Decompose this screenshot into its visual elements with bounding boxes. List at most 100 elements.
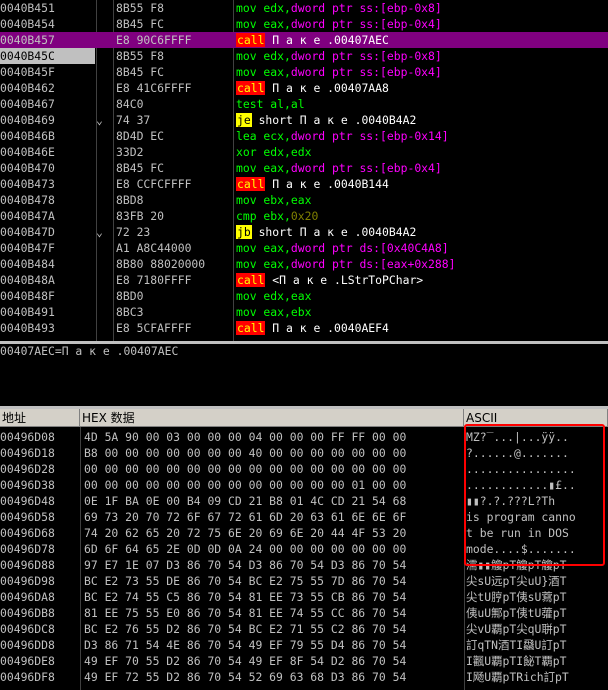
jump-marker-icon: ⌄ [96, 225, 103, 239]
instruction-operand: mov edx, [236, 49, 291, 63]
instruction-operand: П а к е .00407AEC [265, 33, 389, 47]
jump-marker-icon [96, 64, 110, 80]
disasm-row[interactable]: 0040B46B 8D4D EC lea ecx,dword ptr ss:[ebp… [0, 128, 608, 144]
disasm-instruction: mov edx,eax [236, 288, 608, 304]
instruction-operand: mov eax, [236, 161, 291, 175]
dump-row[interactable]: 00496DA8 BC E2 74 55 C5 86 70 54 81 EE 73… [0, 589, 608, 605]
dump-hex-bytes: 97 E7 1E 07 D3 86 70 54 D3 86 70 54 D3 8… [84, 558, 407, 572]
instruction-operand: dword ptr ss:[ebp-0x14] [290, 129, 449, 143]
dump-hex-bytes: 81 EE 75 55 E0 86 70 54 81 EE 74 55 CC 8… [84, 606, 407, 620]
dump-row[interactable]: 00496DE8 49 EF 70 55 D2 86 70 54 49 EF 8F… [0, 653, 608, 669]
instruction-operand: dword ptr ss:[ebp-0x8] [290, 49, 442, 63]
instruction-operand: mov eax, [236, 241, 291, 255]
instruction-operand: mov eax, [236, 17, 291, 31]
disasm-row[interactable]: 0040B454 8B45 FC mov eax,dword ptr ss:[ebp… [0, 16, 608, 32]
dump-address: 00496DF8 [0, 670, 55, 684]
dump-ascii: 尖tU脝pT侇sU藛pT [466, 590, 567, 604]
dump-row[interactable]: 00496D98 BC E2 73 55 DE 86 70 54 BC E2 75… [0, 573, 608, 589]
disasm-address: 0040B48F [0, 289, 55, 303]
column-header-hex[interactable]: HEX 数据 [80, 409, 464, 427]
dump-hex-bytes: 00 00 00 00 00 00 00 00 00 00 00 00 00 0… [84, 478, 407, 492]
disasm-instruction: mov eax,dword ptr ss:[ebp-0x4] [236, 64, 608, 80]
dump-address: 00496DC8 [0, 622, 55, 636]
disasm-row[interactable]: 0040B46E 33D2 xor edx,edx [0, 144, 608, 160]
instruction-operand: П а к е .0040AEF4 [265, 321, 389, 335]
disasm-address: 0040B469 [0, 113, 55, 127]
jump-marker-icon [96, 48, 110, 64]
disasm-address: 0040B462 [0, 81, 55, 95]
instruction-operand: <П а к е .LStrToPChar> [265, 273, 424, 287]
disasm-row[interactable]: 0040B48A E8 7180FFFF call <П а к е .LStrTo… [0, 272, 608, 288]
disasm-instruction: mov eax,dword ptr ss:[ebp-0x4] [236, 160, 608, 176]
disasm-row[interactable]: 0040B47A 83FB 20 cmp ebx,0x20 [0, 208, 608, 224]
disasm-address: 0040B48A [0, 273, 55, 287]
disasm-address: 0040B47F [0, 241, 55, 255]
dump-ascii: 訂qTN酒TI飝U訂pT [466, 638, 567, 652]
jump-marker-icon [96, 160, 110, 176]
disasm-row[interactable]: 0040B473 E8 CCFCFFFF call П а к е .0040B14… [0, 176, 608, 192]
jump-marker-icon [96, 272, 110, 288]
disasm-row[interactable]: 0040B47F A1 A8C44000 mov eax,dword ptr ds:… [0, 240, 608, 256]
dump-row[interactable]: 00496DD8 D3 86 71 54 4E 86 70 54 49 EF 79… [0, 637, 608, 653]
disasm-row[interactable]: 0040B491 8BC3 mov eax,ebx [0, 304, 608, 320]
dump-address: 00496DB8 [0, 606, 55, 620]
dump-ascii: I飏U覇pTRich訂pT [466, 670, 569, 684]
disasm-address: 0040B491 [0, 305, 55, 319]
disasm-row[interactable]: 0040B493 E8 5CFAFFFF call П а к е .0040AEF… [0, 320, 608, 336]
disasm-row[interactable]: 0040B457 E8 90C6FFFF call П а к е .00407AE… [0, 32, 608, 48]
jump-marker-icon [96, 144, 110, 160]
disasm-row[interactable]: 0040B484 8B80 88020000 mov eax,dword ptr d… [0, 256, 608, 272]
disasm-hex: 8B45 FC [116, 161, 165, 175]
disasm-row[interactable]: 0040B469 ⌄ 74 37 je short П а к е .0040B4A2 [0, 112, 608, 128]
disasm-row[interactable]: 0040B45F 8B45 FC mov eax,dword ptr ss:[ebp… [0, 64, 608, 80]
dump-row[interactable]: 00496DC8 BC E2 76 55 D2 86 70 54 BC E2 71… [0, 621, 608, 637]
disasm-address: 0040B47A [0, 209, 55, 223]
dump-address: 00496DA8 [0, 590, 55, 604]
disasm-hex: A1 A8C44000 [116, 241, 192, 255]
jump-marker-icon: ⌄ [96, 113, 103, 127]
column-header-address[interactable]: 地址 [0, 409, 80, 427]
instruction-operand: dword ptr ds:[0x40C4A8] [290, 241, 449, 255]
dump-hex-bytes: 69 73 20 70 72 6F 67 72 61 6D 20 63 61 6… [84, 510, 407, 524]
disasm-hex: 8B55 F8 [116, 49, 165, 63]
disasm-address: 0040B467 [0, 97, 55, 111]
disasm-address: 0040B484 [0, 257, 55, 271]
dump-address: 00496D88 [0, 558, 55, 572]
disasm-row[interactable]: 0040B467 84C0 test al,al [0, 96, 608, 112]
instruction-operand: mov edx,eax [236, 289, 312, 303]
instruction-operand: mov eax,ebx [236, 305, 312, 319]
disassembly-pane[interactable]: 0040B451 8B55 F8 mov edx,dword ptr ss:[ebp… [0, 0, 608, 341]
disasm-instruction: mov eax,dword ptr ds:[eax+0x288] [236, 256, 608, 272]
instruction-mnemonic: jb [236, 225, 252, 239]
instruction-mnemonic: call [236, 321, 266, 335]
jump-marker-icon [96, 320, 110, 336]
info-pane: 00407AEC=П а к е .00407AEC [0, 344, 608, 406]
disasm-row[interactable]: 0040B47D ⌄ 72 23 jb short П а к е .0040B4A2 [0, 224, 608, 240]
disasm-row[interactable]: 0040B451 8B55 F8 mov edx,dword ptr ss:[ebp… [0, 0, 608, 16]
dump-address: 00496D08 [0, 430, 55, 444]
disasm-hex: E8 CCFCFFFF [116, 177, 192, 191]
dump-address: 00496D18 [0, 446, 55, 460]
instruction-operand: dword ptr ss:[ebp-0x8] [290, 1, 442, 15]
dump-row[interactable]: 00496DF8 49 EF 72 55 D2 86 70 54 52 69 63… [0, 669, 608, 685]
disasm-address: 0040B478 [0, 193, 55, 207]
disasm-address: 0040B45F [0, 65, 55, 79]
dump-hex-bytes: 0E 1F BA 0E 00 B4 09 CD 21 B8 01 4C CD 2… [84, 494, 407, 508]
disasm-row[interactable]: 0040B470 8B45 FC mov eax,dword ptr ss:[ebp… [0, 160, 608, 176]
disasm-hex: 8B45 FC [116, 17, 165, 31]
instruction-operand: xor edx,edx [236, 145, 312, 159]
disasm-address: 0040B454 [0, 17, 55, 31]
disasm-row[interactable]: 0040B45C 8B55 F8 mov edx,dword ptr ss:[ebp… [0, 48, 608, 64]
disasm-hex: 8BD8 [116, 193, 144, 207]
instruction-operand: mov ebx,eax [236, 193, 312, 207]
disasm-row[interactable]: 0040B462 E8 41C6FFFF call П а к е .00407AA… [0, 80, 608, 96]
dump-address: 00496D68 [0, 526, 55, 540]
disasm-address: 0040B470 [0, 161, 55, 175]
disasm-hex: 72 23 [116, 225, 151, 239]
dump-hex-bytes: 4D 5A 90 00 03 00 00 00 04 00 00 00 FF F… [84, 430, 407, 444]
dump-row[interactable]: 00496DB8 81 EE 75 55 E0 86 70 54 81 EE 74… [0, 605, 608, 621]
disasm-row[interactable]: 0040B478 8BD8 mov ebx,eax [0, 192, 608, 208]
disasm-row[interactable]: 0040B48F 8BD0 mov edx,eax [0, 288, 608, 304]
disasm-instruction: lea ecx,dword ptr ss:[ebp-0x14] [236, 128, 608, 144]
disasm-hex: 74 37 [116, 113, 151, 127]
